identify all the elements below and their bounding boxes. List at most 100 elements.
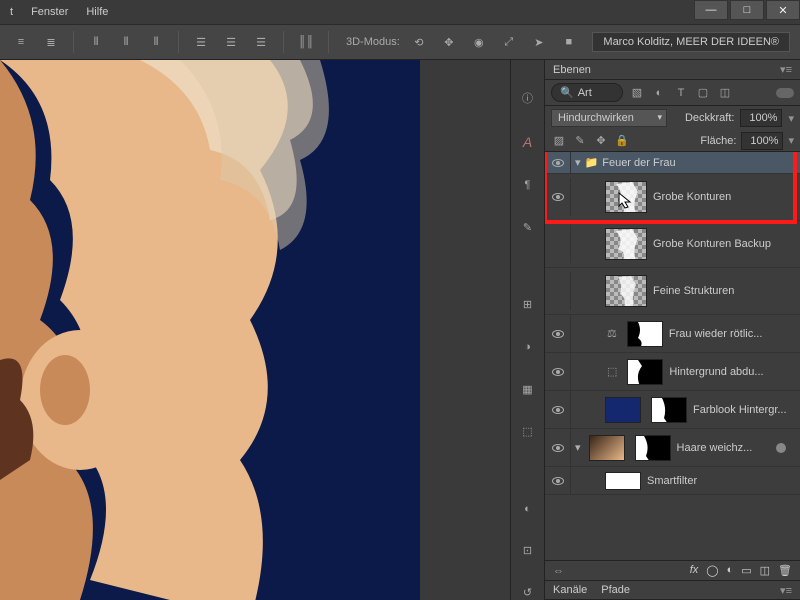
- panel-menu-icon[interactable]: ▾≡: [780, 584, 792, 597]
- fx-icon[interactable]: fx: [690, 564, 699, 577]
- lock-all-icon[interactable]: 🔒: [614, 133, 630, 149]
- blend-mode-dropdown[interactable]: Hindurchwirken: [551, 109, 667, 127]
- text-icon[interactable]: A: [518, 134, 538, 150]
- align-icon[interactable]: ≡: [10, 31, 32, 53]
- kind-filter-dropdown[interactable]: 🔍Art: [551, 83, 623, 102]
- smartfilter-thumbnail[interactable]: [605, 472, 641, 490]
- arrow-icon[interactable]: ➤: [528, 31, 550, 53]
- link-icon[interactable]: ⇔: [553, 565, 564, 577]
- layer-filter-row: 🔍Art ▧ ◐ T ▢ ◫: [545, 80, 800, 106]
- visibility-toggle[interactable]: [552, 406, 564, 414]
- distribute-v-icon-3[interactable]: ☰: [250, 31, 272, 53]
- brush-icon[interactable]: ✎: [518, 220, 538, 234]
- layer-group-row[interactable]: ▾ 📁 Feuer der Frau: [545, 152, 800, 174]
- pan-icon[interactable]: ✥: [438, 31, 460, 53]
- camera-icon[interactable]: ■: [558, 31, 580, 53]
- paragraph-icon[interactable]: ¶: [518, 178, 538, 192]
- menu-fenster[interactable]: Fenster: [31, 6, 68, 18]
- layer-name: Haare weichz...: [677, 442, 776, 454]
- window-maximize-button[interactable]: □: [730, 0, 764, 20]
- transform-icon[interactable]: ⬚: [518, 424, 538, 438]
- layer-row[interactable]: ⬚ Hintergrund abdu...: [545, 353, 800, 391]
- color-icon[interactable]: ◑: [518, 340, 538, 354]
- layer-mask-thumbnail[interactable]: [627, 321, 663, 347]
- more-icon[interactable]: ⊡: [518, 544, 538, 558]
- opacity-value[interactable]: 100%: [740, 109, 782, 127]
- workspace-dropdown[interactable]: Marco Kolditz, MEER DER IDEEN®: [592, 32, 790, 52]
- visibility-toggle[interactable]: [552, 477, 564, 485]
- layer-row[interactable]: ⚖ Frau wieder rötlic...: [545, 315, 800, 353]
- filter-smart-icon[interactable]: ◫: [717, 85, 733, 101]
- layer-mask-thumbnail[interactable]: [635, 435, 671, 461]
- mask-icon[interactable]: ◯: [706, 564, 718, 577]
- distribute-v-icon[interactable]: ☰: [190, 31, 212, 53]
- panel-menu-icon[interactable]: ▾≡: [780, 63, 792, 76]
- adjust-icon[interactable]: ◐: [518, 501, 538, 515]
- layers-panel-tab[interactable]: Ebenen ▾≡: [545, 60, 800, 80]
- lock-trans-icon[interactable]: ▨: [551, 133, 567, 149]
- orbit-icon[interactable]: ⟲: [408, 31, 430, 53]
- swatches-icon[interactable]: ⊞: [518, 298, 538, 312]
- window-minimize-button[interactable]: —: [694, 0, 728, 20]
- layer-row[interactable]: Grobe Konturen: [545, 174, 800, 221]
- layer-row[interactable]: Grobe Konturen Backup: [545, 221, 800, 268]
- distribute-icon-3[interactable]: ⫴: [145, 31, 167, 53]
- visibility-toggle[interactable]: [552, 159, 564, 167]
- trash-icon[interactable]: 🗑: [778, 564, 792, 577]
- layer-thumbnail[interactable]: [605, 397, 641, 423]
- layer-row[interactable]: Feine Strukturen: [545, 268, 800, 315]
- layer-thumbnail[interactable]: [589, 435, 625, 461]
- collapse-icon[interactable]: ▾: [575, 441, 581, 454]
- tab-pfade[interactable]: Pfade: [601, 584, 630, 596]
- menu-t[interactable]: t: [10, 6, 13, 18]
- filter-type-icon[interactable]: T: [673, 85, 689, 101]
- document-canvas[interactable]: [0, 60, 420, 600]
- distribute-icon[interactable]: ⫴: [85, 31, 107, 53]
- visibility-toggle[interactable]: [552, 368, 564, 376]
- roll-icon[interactable]: ◉: [468, 31, 490, 53]
- info-icon[interactable]: ⓘ: [518, 90, 538, 106]
- filter-toggle[interactable]: [776, 88, 794, 98]
- filter-image-icon[interactable]: ▧: [629, 85, 645, 101]
- lock-pixel-icon[interactable]: ✎: [572, 133, 588, 149]
- layer-mask-thumbnail[interactable]: [627, 359, 663, 385]
- align-icon-2[interactable]: ≣: [40, 31, 62, 53]
- menu-hilfe[interactable]: Hilfe: [86, 6, 108, 18]
- visibility-toggle[interactable]: [552, 330, 564, 338]
- adjustment-icon[interactable]: ◐: [727, 564, 734, 577]
- scale-icon[interactable]: ⤢: [498, 31, 520, 53]
- options-toolbar: ≡ ≣ ⫴ ⫴ ⫴ ☰ ☰ ☰ ║║ 3D-Modus: ⟲ ✥ ◉ ⤢ ➤ ■…: [0, 24, 800, 60]
- extra-icon[interactable]: ║║: [295, 31, 317, 53]
- filter-shape-icon[interactable]: ▢: [695, 85, 711, 101]
- layer-name: Grobe Konturen: [653, 191, 800, 203]
- opacity-label: Deckkraft:: [685, 112, 735, 124]
- visibility-toggle[interactable]: [552, 444, 564, 452]
- fx-indicator[interactable]: [776, 443, 786, 453]
- folder-icon: 📁: [585, 156, 599, 169]
- filter-adjust-icon[interactable]: ◐: [651, 85, 667, 101]
- blend-row: Hindurchwirken Deckkraft: 100% ▾: [545, 106, 800, 130]
- distribute-v-icon-2[interactable]: ☰: [220, 31, 242, 53]
- fill-label: Fläche:: [700, 135, 736, 147]
- history-icon[interactable]: ↺: [518, 586, 538, 600]
- group-icon[interactable]: ▭: [741, 564, 751, 577]
- window-close-button[interactable]: ✕: [766, 0, 800, 20]
- distribute-icon-2[interactable]: ⫴: [115, 31, 137, 53]
- tab-kanale[interactable]: Kanäle: [553, 584, 587, 596]
- layer-row[interactable]: ▾ Haare weichz...: [545, 429, 800, 467]
- visibility-toggle[interactable]: [552, 193, 564, 201]
- layer-name: Feine Strukturen: [653, 285, 800, 297]
- collapse-icon[interactable]: ▾: [575, 156, 581, 169]
- grid-icon[interactable]: ▦: [518, 382, 538, 396]
- layer-mask-thumbnail[interactable]: [651, 397, 687, 423]
- cursor-icon: [617, 191, 637, 211]
- lock-pos-icon[interactable]: ✥: [593, 133, 609, 149]
- layer-row[interactable]: Smartfilter: [545, 467, 800, 495]
- layer-thumbnail[interactable]: [605, 275, 647, 307]
- fill-value[interactable]: 100%: [741, 132, 783, 150]
- layers-panel-footer: ⇔ fx ◯ ◐ ▭ ◫ 🗑: [545, 560, 800, 580]
- layer-thumbnail[interactable]: [605, 228, 647, 260]
- layer-row[interactable]: Farblook Hintergr...: [545, 391, 800, 429]
- layer-name: Smartfilter: [647, 475, 800, 487]
- new-layer-icon[interactable]: ◫: [760, 564, 770, 577]
